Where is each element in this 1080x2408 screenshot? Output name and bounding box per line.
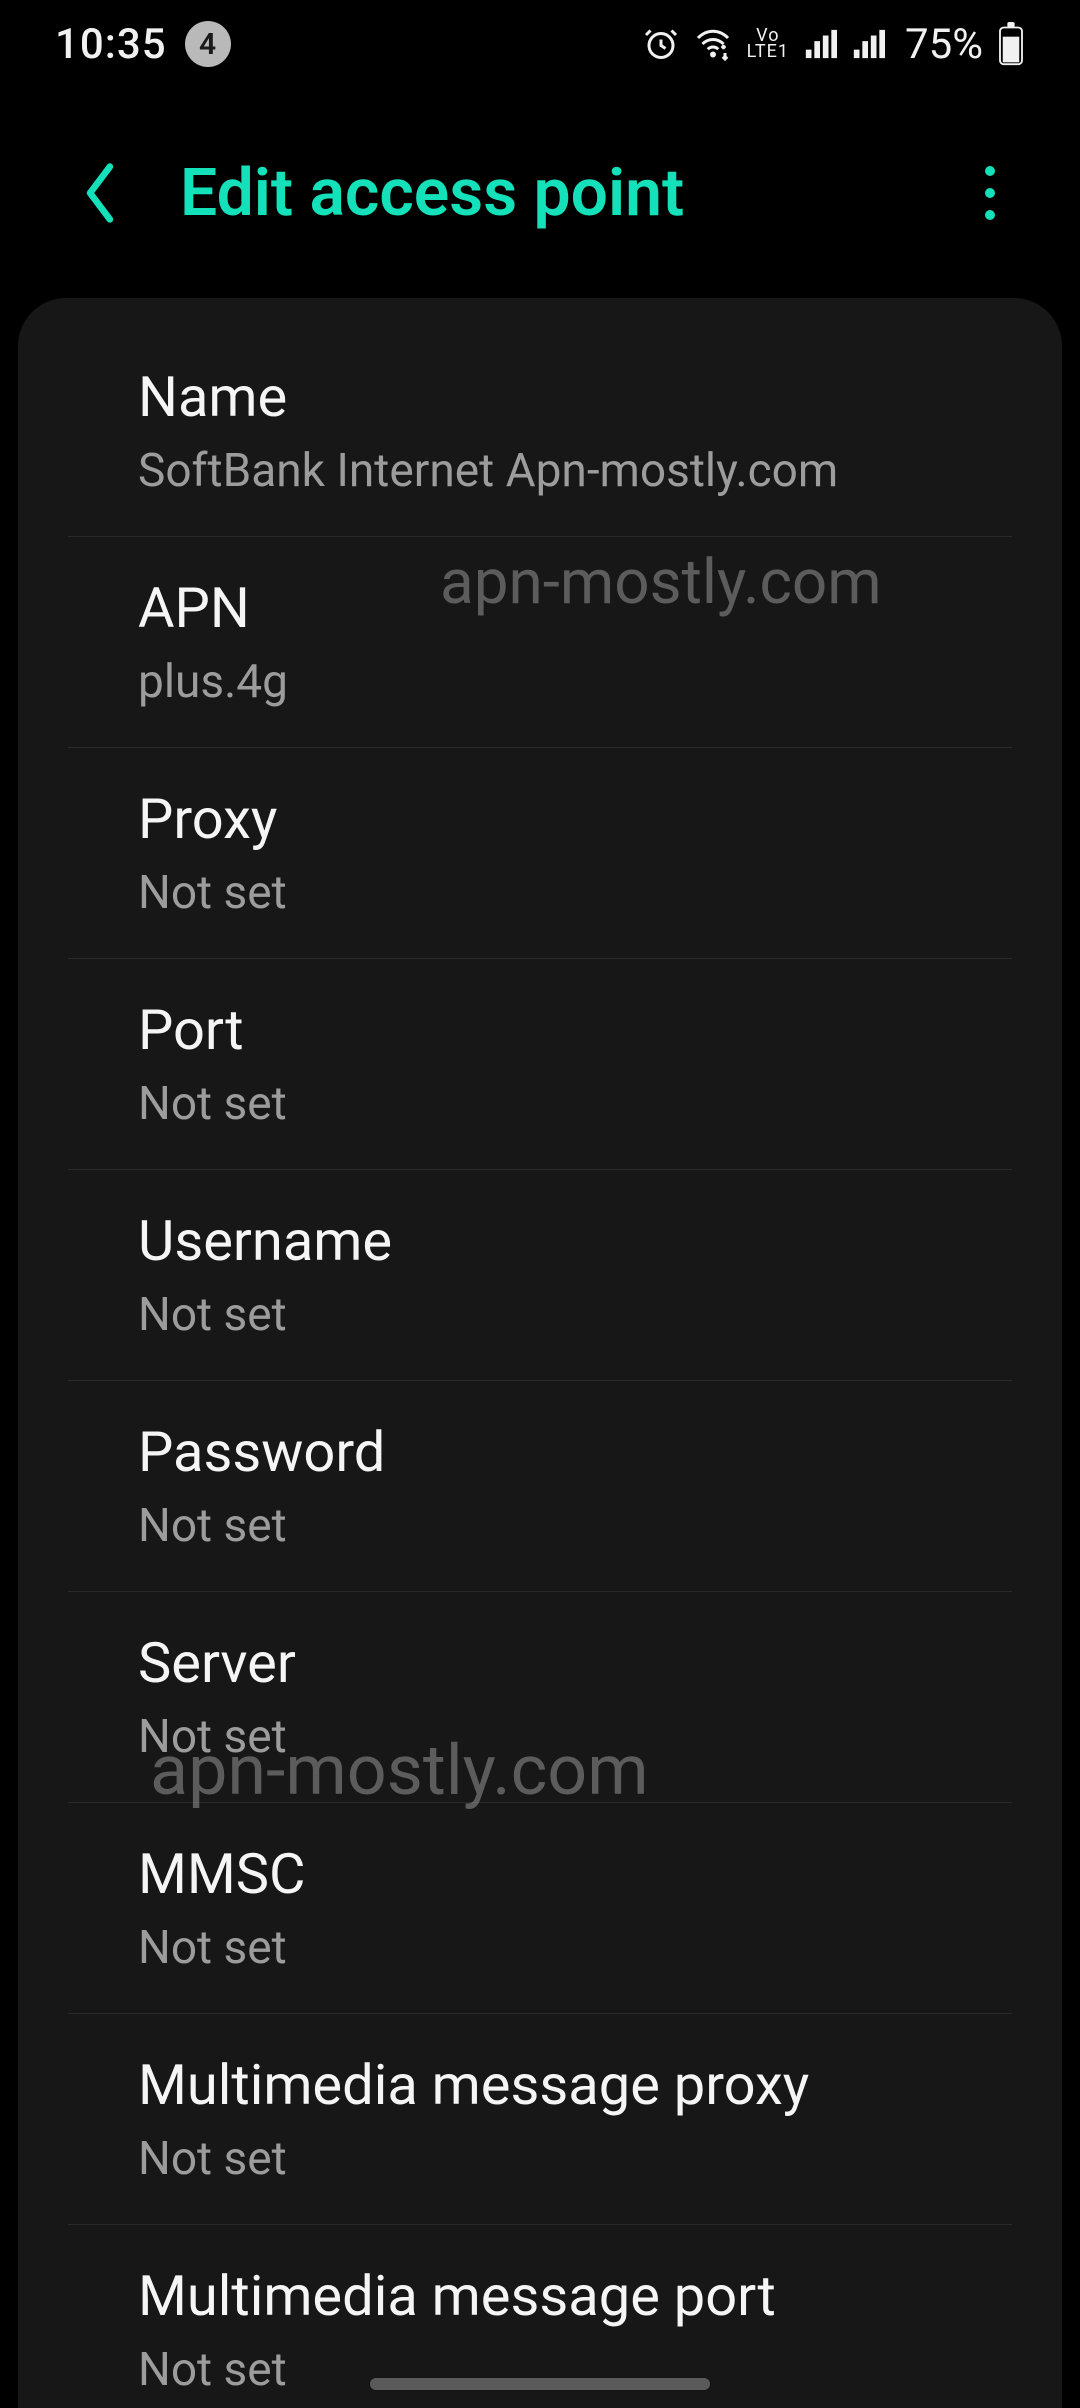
battery-percent: 75%	[905, 20, 983, 69]
status-right: Vo LTE1 75%	[643, 20, 1025, 69]
chevron-left-icon	[80, 160, 120, 226]
row-value: Not set	[138, 2132, 942, 2186]
row-label: Server	[138, 1630, 942, 1696]
row-value: Not set	[138, 1077, 942, 1131]
row-label: MMSC	[138, 1841, 942, 1907]
row-label: Proxy	[138, 786, 942, 852]
signal-icon-1	[803, 27, 837, 61]
status-bar: 10:35 4 Vo LTE1 75%	[0, 0, 1080, 88]
status-left: 10:35 4	[55, 20, 231, 69]
row-label: Port	[138, 997, 942, 1063]
back-button[interactable]	[70, 163, 130, 223]
settings-card: Name SoftBank Internet Apn-mostly.com AP…	[18, 298, 1062, 2408]
row-value: Not set	[138, 866, 942, 920]
wifi-icon	[693, 26, 733, 62]
apn-row-server[interactable]: Server Not set	[68, 1592, 1012, 1803]
apn-row-name[interactable]: Name SoftBank Internet Apn-mostly.com	[68, 318, 1012, 537]
row-label: Password	[138, 1419, 942, 1485]
row-label: Multimedia message proxy	[138, 2052, 942, 2118]
row-value: Not set	[138, 1499, 942, 1553]
apn-row-port[interactable]: Port Not set	[68, 959, 1012, 1170]
status-time: 10:35	[55, 20, 167, 69]
row-value: Not set	[138, 1288, 942, 1342]
apn-row-password[interactable]: Password Not set	[68, 1381, 1012, 1592]
apn-row-mmsc[interactable]: MMSC Not set	[68, 1803, 1012, 2014]
app-bar: Edit access point	[0, 88, 1080, 298]
apn-row-proxy[interactable]: Proxy Not set	[68, 748, 1012, 959]
row-label: Name	[138, 364, 942, 430]
overflow-menu-button[interactable]	[960, 163, 1020, 223]
apn-row-apn[interactable]: APN plus.4g	[68, 537, 1012, 748]
gesture-nav-bar[interactable]	[370, 2378, 710, 2390]
volte-icon: Vo LTE1	[747, 28, 789, 60]
row-value: Not set	[138, 1710, 942, 1764]
row-label: Username	[138, 1208, 942, 1274]
page-title: Edit access point	[180, 155, 910, 232]
apn-row-mms-proxy[interactable]: Multimedia message proxy Not set	[68, 2014, 1012, 2225]
battery-icon	[997, 22, 1025, 66]
alarm-icon	[643, 26, 679, 62]
signal-icon-2	[851, 27, 885, 61]
row-label: Multimedia message port	[138, 2263, 942, 2329]
more-vert-icon	[985, 166, 995, 220]
row-value: Not set	[138, 1921, 942, 1975]
row-value: SoftBank Internet Apn-mostly.com	[138, 444, 942, 498]
row-value: plus.4g	[138, 655, 942, 709]
row-label: APN	[138, 575, 942, 641]
apn-row-username[interactable]: Username Not set	[68, 1170, 1012, 1381]
notification-count-badge: 4	[185, 21, 231, 67]
